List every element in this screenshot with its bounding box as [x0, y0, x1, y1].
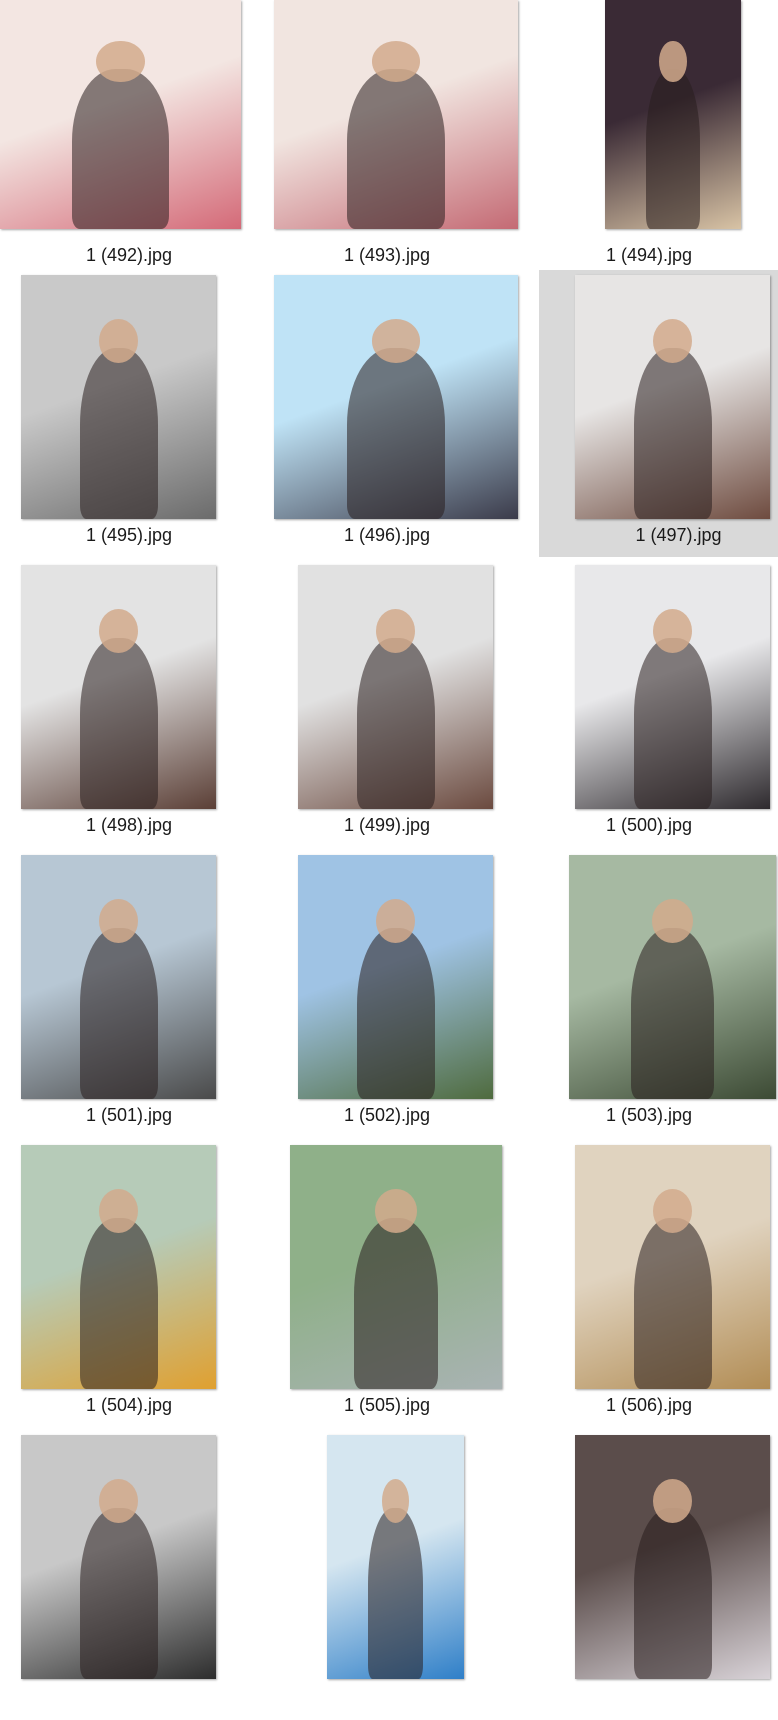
photo-thumbnail-icon — [575, 275, 770, 519]
file-item[interactable]: 1 (503).jpg — [520, 850, 778, 1140]
photo-thumbnail-icon — [298, 855, 493, 1099]
photo-thumbnail-icon — [575, 1145, 770, 1389]
file-item[interactable]: 1 (498).jpg — [0, 560, 258, 850]
photo-thumbnail-icon — [575, 565, 770, 809]
file-item[interactable]: 1 (493).jpg — [258, 0, 518, 290]
file-name: 1 (501).jpg — [85, 1105, 173, 1125]
photo-thumbnail-icon — [575, 1435, 770, 1679]
file-item[interactable]: 1 (502).jpg — [258, 850, 516, 1140]
photo-thumbnail-icon — [21, 855, 216, 1099]
file-item[interactable]: 1 (501).jpg — [0, 850, 258, 1140]
file-name: 1 (495).jpg — [85, 525, 173, 545]
file-thumbnail-grid: 1 (492).jpg 1 (493).jpg 1 (494).jpg 1 (4… — [0, 0, 778, 1685]
file-item[interactable]: 1 (505).jpg — [258, 1140, 516, 1430]
file-name: 1 (499).jpg — [343, 815, 431, 835]
photo-thumbnail-icon — [21, 1435, 216, 1679]
file-item[interactable]: 1 (495).jpg — [0, 270, 258, 560]
photo-thumbnail-icon — [569, 855, 776, 1099]
file-name: 1 (502).jpg — [343, 1105, 431, 1125]
file-name: 1 (500).jpg — [605, 815, 693, 835]
file-name: 1 (503).jpg — [605, 1105, 693, 1125]
file-name: 1 (504).jpg — [85, 1395, 173, 1415]
photo-thumbnail-icon — [0, 0, 241, 229]
file-item[interactable] — [0, 1430, 258, 1720]
file-item[interactable]: 1 (492).jpg — [0, 0, 258, 290]
photo-thumbnail-icon — [21, 565, 216, 809]
file-name: 1 (494).jpg — [605, 245, 693, 265]
file-item[interactable]: 1 (500).jpg — [520, 560, 778, 850]
file-item[interactable]: 1 (497).jpg — [539, 270, 778, 557]
file-item[interactable]: 1 (499).jpg — [258, 560, 516, 850]
photo-thumbnail-icon — [605, 0, 741, 229]
photo-thumbnail-icon — [21, 275, 216, 519]
file-item[interactable] — [520, 1430, 778, 1720]
file-item[interactable]: 1 (494).jpg — [520, 0, 778, 290]
file-name: 1 (493).jpg — [343, 245, 431, 265]
photo-thumbnail-icon — [327, 1435, 464, 1679]
file-name: 1 (492).jpg — [85, 245, 173, 265]
file-name: 1 (505).jpg — [343, 1395, 431, 1415]
photo-thumbnail-icon — [274, 275, 518, 519]
photo-thumbnail-icon — [290, 1145, 502, 1389]
file-name: 1 (496).jpg — [343, 525, 431, 545]
file-item[interactable] — [258, 1430, 516, 1720]
photo-thumbnail-icon — [298, 565, 493, 809]
file-name: 1 (498).jpg — [85, 815, 173, 835]
file-item[interactable]: 1 (506).jpg — [520, 1140, 778, 1430]
file-item[interactable]: 1 (504).jpg — [0, 1140, 258, 1430]
file-name: 1 (506).jpg — [605, 1395, 693, 1415]
photo-thumbnail-icon — [274, 0, 518, 229]
photo-thumbnail-icon — [21, 1145, 216, 1389]
file-name: 1 (497).jpg — [635, 525, 722, 545]
file-item[interactable]: 1 (496).jpg — [258, 270, 518, 560]
